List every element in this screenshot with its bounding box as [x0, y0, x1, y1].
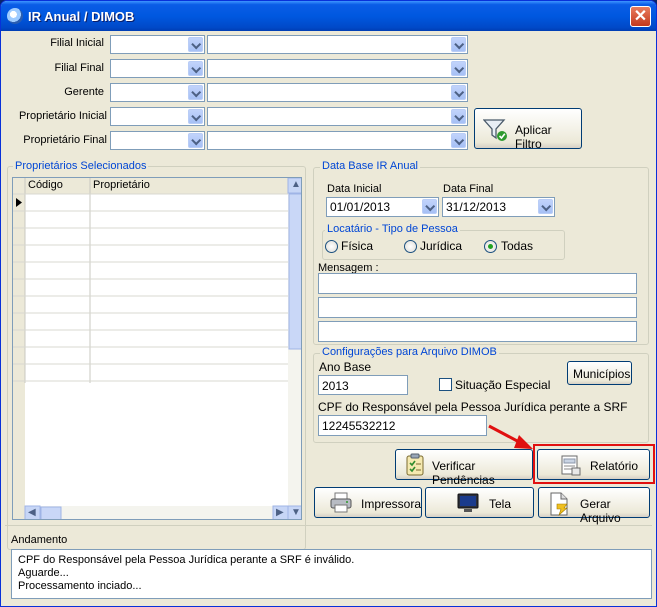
chevron-down-icon[interactable]	[188, 133, 203, 148]
andamento-log[interactable]: CPF do Responsável pela Pessoa Jurídica …	[11, 549, 652, 599]
scroll-down-icon[interactable]: ▼	[291, 507, 301, 518]
chevron-down-icon[interactable]	[188, 37, 203, 52]
app-icon	[7, 8, 23, 24]
checklist-icon	[403, 453, 427, 480]
mensagem-line-1[interactable]	[318, 273, 637, 294]
radio-fisica[interactable]	[325, 240, 338, 253]
radio-todas[interactable]	[484, 240, 497, 253]
chevron-down-icon[interactable]	[188, 109, 203, 124]
data-final-label: Data Final	[443, 183, 494, 195]
owners-group-title: Proprietários Selecionados	[13, 160, 149, 172]
chevron-down-icon[interactable]	[451, 37, 466, 52]
database-group-title: Data Base IR Anual	[320, 160, 421, 172]
gerente-name-combo[interactable]	[207, 83, 468, 102]
column-header-proprietario[interactable]: Proprietário	[93, 179, 150, 191]
ano-base-label: Ano Base	[319, 360, 372, 374]
filial-final-label: Filial Final	[54, 62, 104, 74]
ano-base-value: 2013	[322, 379, 349, 393]
verificar-pendencias-label: Verificar Pendências	[432, 459, 495, 487]
gerente-code-combo[interactable]	[110, 83, 205, 102]
gerente-label: Gerente	[64, 86, 104, 98]
cpf-input[interactable]: 12245532212	[318, 415, 487, 436]
andamento-label: Andamento	[11, 534, 68, 546]
filial-final-code-combo[interactable]	[110, 59, 205, 78]
situacao-especial-label: Situação Especial	[455, 378, 551, 392]
proprietario-inicial-name-combo[interactable]	[207, 107, 468, 126]
data-inicial-label: Data Inicial	[327, 183, 382, 195]
radio-juridica[interactable]	[404, 240, 417, 253]
monitor-icon	[456, 492, 480, 517]
title-bar: IR Anual / DIMOB ✕	[1, 1, 656, 31]
window-title: IR Anual / DIMOB	[28, 9, 135, 24]
printer-icon	[329, 492, 353, 517]
close-button[interactable]: ✕	[630, 6, 651, 27]
calendar-dropdown-icon[interactable]	[422, 199, 437, 214]
verificar-pendencias-button[interactable]: Verificar Pendências	[395, 449, 533, 487]
proprietario-inicial-label: Proprietário Inicial	[18, 110, 107, 122]
gerar-arquivo-label: Gerar Arquivo	[580, 497, 621, 525]
tela-label: Tela	[489, 497, 512, 511]
chevron-down-icon[interactable]	[451, 85, 466, 100]
filial-inicial-label: Filial Inicial	[50, 37, 104, 49]
owners-grid[interactable]: Código Proprietário ▲ ▼ ◀ ▶	[12, 177, 302, 520]
situacao-especial-checkbox[interactable]	[439, 378, 452, 391]
dimob-window: IR Anual / DIMOB ✕ Filial Inicial Filial…	[0, 0, 657, 607]
apply-filter-label: Aplicar Filtro	[515, 123, 552, 151]
owners-grid-lines	[13, 178, 301, 519]
chevron-down-icon[interactable]	[188, 85, 203, 100]
mensagem-line-2[interactable]	[318, 297, 637, 318]
separator	[5, 525, 652, 526]
ano-base-input[interactable]: 2013	[318, 375, 408, 395]
relatorio-label: Relatório	[590, 459, 639, 473]
data-final-value: 31/12/2013	[446, 200, 507, 214]
municipios-label: Municípios	[573, 367, 631, 381]
scroll-left-icon[interactable]: ◀	[28, 507, 36, 518]
scroll-up-icon[interactable]: ▲	[291, 179, 301, 190]
chevron-down-icon[interactable]	[451, 61, 466, 76]
tenant-type-title: Locatário - Tipo de Pessoa	[325, 223, 460, 235]
gerar-arquivo-button[interactable]: Gerar Arquivo	[538, 487, 650, 525]
municipios-button[interactable]: Municípios	[567, 361, 632, 385]
funnel-icon	[482, 118, 509, 145]
relatorio-button[interactable]: Relatório	[537, 449, 650, 480]
proprietario-final-code-combo[interactable]	[110, 131, 205, 150]
column-header-codigo[interactable]: Código	[28, 179, 63, 191]
file-icon	[548, 492, 570, 519]
window-client: Filial Inicial Filial Final Gerente Prop…	[5, 31, 655, 604]
log-line: Processamento inciado...	[18, 580, 142, 592]
cpf-label: CPF do Responsável pela Pessoa Jurídica …	[318, 400, 628, 414]
data-inicial-picker[interactable]: 01/01/2013	[326, 197, 439, 217]
impressora-button[interactable]: Impressora	[314, 487, 422, 518]
apply-filter-button[interactable]: Aplicar Filtro	[474, 108, 582, 151]
log-line: Aguarde...	[18, 567, 69, 579]
tela-button[interactable]: Tela	[425, 487, 534, 518]
report-icon	[560, 454, 582, 479]
calendar-dropdown-icon[interactable]	[538, 199, 553, 214]
proprietario-final-label: Proprietário Final	[23, 134, 107, 146]
chevron-down-icon[interactable]	[188, 61, 203, 76]
cpf-value: 12245532212	[322, 419, 396, 433]
data-final-picker[interactable]: 31/12/2013	[442, 197, 555, 217]
impressora-label: Impressora	[361, 497, 422, 511]
proprietario-inicial-code-combo[interactable]	[110, 107, 205, 126]
radio-juridica-label: Jurídica	[420, 239, 463, 253]
filial-final-name-combo[interactable]	[207, 59, 468, 78]
radio-fisica-label: Física	[341, 239, 374, 253]
chevron-down-icon[interactable]	[451, 133, 466, 148]
filial-inicial-code-combo[interactable]	[110, 35, 205, 54]
proprietario-final-name-combo[interactable]	[207, 131, 468, 150]
mensagem-line-3[interactable]	[318, 321, 637, 342]
log-line: CPF do Responsável pela Pessoa Jurídica …	[18, 554, 355, 566]
data-inicial-value: 01/01/2013	[330, 200, 391, 214]
chevron-down-icon[interactable]	[451, 109, 466, 124]
scroll-right-icon[interactable]: ▶	[276, 507, 284, 518]
filial-inicial-name-combo[interactable]	[207, 35, 468, 54]
dimob-group-title: Configurações para Arquivo DIMOB	[320, 346, 499, 358]
radio-todas-label: Todas	[501, 239, 534, 253]
